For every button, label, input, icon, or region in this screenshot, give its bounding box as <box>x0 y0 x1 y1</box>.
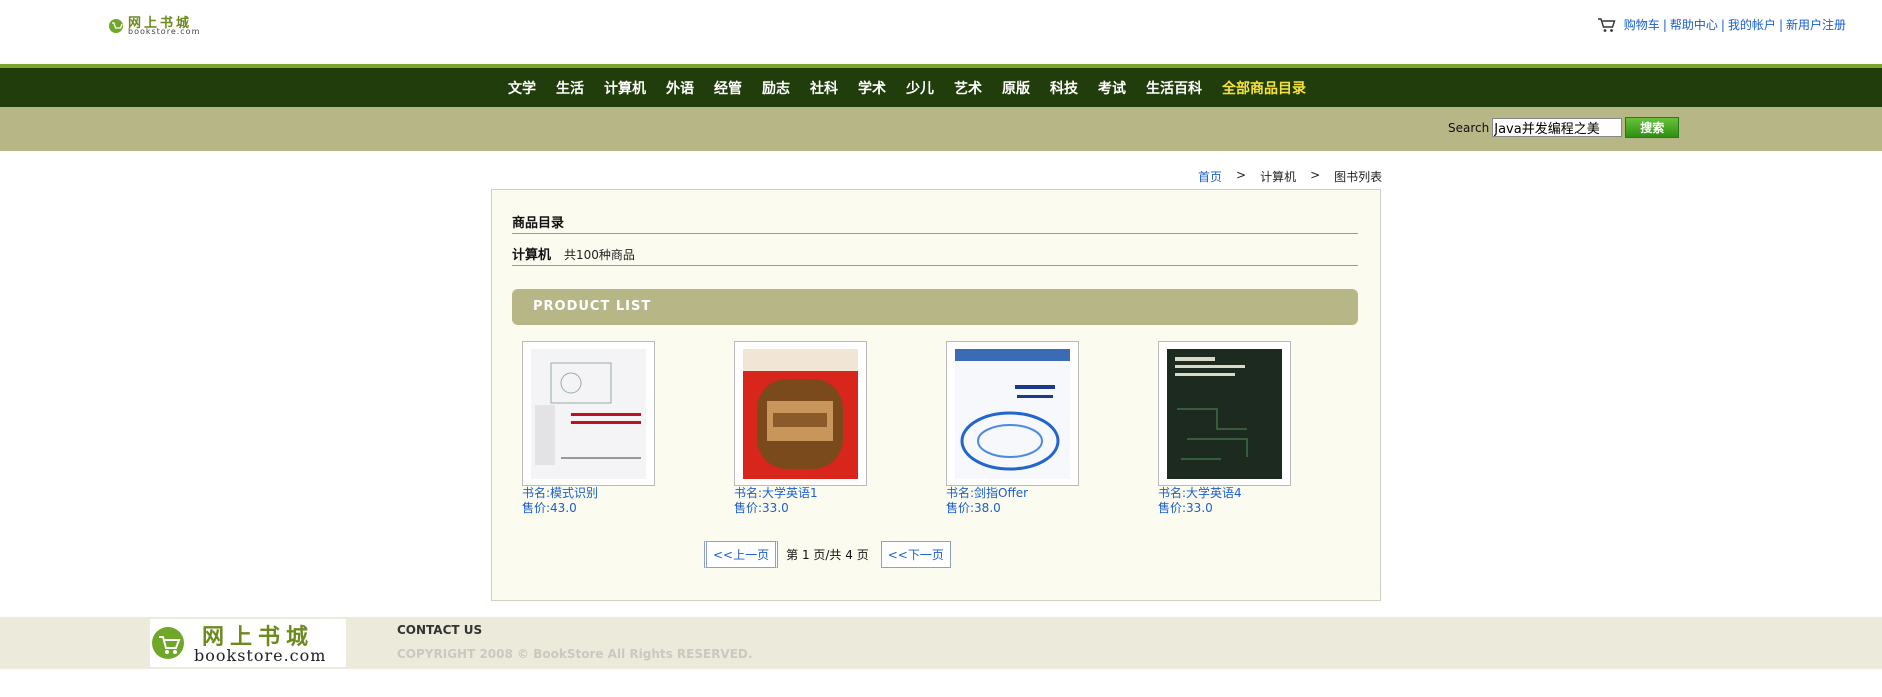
pagination: <<上一页 第 1 页/共 4 页 <<下一页 <box>704 541 951 568</box>
separator: | <box>1720 17 1725 32</box>
nav-item-original[interactable]: 原版 <box>1002 78 1030 98</box>
product-name-link[interactable]: 书名:大学英语4 <box>1158 486 1308 501</box>
product-list-label: PRODUCT LIST <box>533 299 652 314</box>
product-thumbnail[interactable] <box>734 341 867 486</box>
divider <box>512 233 1358 234</box>
breadcrumb: 首页 > 计算机 > 图书列表 <box>1198 168 1382 185</box>
product-card: 书名:大学英语4 售价:33.0 <box>1158 341 1308 516</box>
nav-item-literature[interactable]: 文学 <box>508 78 536 98</box>
category-name: 计算机 <box>512 248 552 263</box>
product-price: 售价:38.0 <box>946 501 1001 515</box>
nav-item-all-categories[interactable]: 全部商品目录 <box>1222 78 1306 98</box>
prev-page-button[interactable]: <<上一页 <box>704 541 779 568</box>
breadcrumb-separator: > <box>1310 168 1321 182</box>
shopping-cart-icon[interactable] <box>1597 17 1617 33</box>
next-page-button[interactable]: <<下一页 <box>880 541 951 568</box>
product-name-link[interactable]: 书名:大学英语1 <box>734 486 884 501</box>
divider <box>512 265 1358 266</box>
product-list-header: PRODUCT LIST <box>512 289 1358 325</box>
nav-item-technology[interactable]: 科技 <box>1050 78 1078 98</box>
catalog-panel: 商品目录 计算机 共100种商品 PRODUCT LIST 书名:模式识别 售价… <box>491 189 1381 601</box>
book-cover-image <box>531 349 646 479</box>
nav-item-children[interactable]: 少儿 <box>906 78 934 98</box>
product-card: 书名:剑指Offer 售价:38.0 <box>946 341 1096 516</box>
footer-logo[interactable]: 网上书城 bookstore.com <box>150 619 346 667</box>
breadcrumb-separator: > <box>1236 168 1247 182</box>
logo-en-text: bookstore.com <box>128 27 201 36</box>
category-summary: 计算机 共100种商品 <box>512 244 635 263</box>
site-logo[interactable]: 网上书城 bookstore.com <box>108 14 208 38</box>
catalog-title: 商品目录 <box>512 216 565 231</box>
top-links: 购物车 | 帮助中心 | 我的帐户 | 新用户注册 <box>1597 16 1846 33</box>
breadcrumb-current: 图书列表 <box>1334 170 1383 184</box>
nav-item-academic[interactable]: 学术 <box>858 78 886 98</box>
book-cover-image <box>1167 349 1282 479</box>
book-cover-image <box>743 349 858 479</box>
product-price: 售价:33.0 <box>1158 501 1213 515</box>
footer: 网上书城 bookstore.com CONTACT US COPYRIGHT … <box>0 617 1882 669</box>
product-price: 售价:43.0 <box>522 501 577 515</box>
page-info: 第 1 页/共 4 页 <box>786 548 869 562</box>
help-center-link[interactable]: 帮助中心 <box>1670 16 1718 33</box>
nav-item-business[interactable]: 经管 <box>714 78 742 98</box>
book-cover-image <box>955 349 1070 479</box>
breadcrumb-category: 计算机 <box>1260 170 1297 184</box>
nav-item-life[interactable]: 生活 <box>556 78 584 98</box>
nav-item-computer[interactable]: 计算机 <box>604 78 646 98</box>
nav-item-foreign-language[interactable]: 外语 <box>666 78 694 98</box>
separator: | <box>1662 17 1667 32</box>
search-input[interactable] <box>1492 118 1623 137</box>
nav-item-exam[interactable]: 考试 <box>1098 78 1126 98</box>
product-thumbnail[interactable] <box>1158 341 1291 486</box>
product-thumbnail[interactable] <box>946 341 1079 486</box>
product-name-link[interactable]: 书名:模式识别 <box>522 486 672 501</box>
my-account-link[interactable]: 我的帐户 <box>1728 16 1776 33</box>
separator: | <box>1778 17 1783 32</box>
nav-item-inspiration[interactable]: 励志 <box>762 78 790 98</box>
cart-link[interactable]: 购物车 <box>1624 16 1660 33</box>
contact-us-link[interactable]: CONTACT US <box>397 623 482 637</box>
search-button[interactable]: 搜索 <box>1625 117 1680 138</box>
nav-item-art[interactable]: 艺术 <box>954 78 982 98</box>
footer-logo-en: bookstore.com <box>194 646 327 665</box>
search-bar: Search 搜索 <box>0 107 1882 151</box>
product-count: 共100种商品 <box>564 248 635 262</box>
main-nav: 文学 生活 计算机 外语 经管 励志 社科 学术 少儿 艺术 原版 科技 考试 … <box>0 68 1882 107</box>
footer-cart-icon <box>152 627 184 659</box>
nav-item-social-science[interactable]: 社科 <box>810 78 838 98</box>
breadcrumb-home-link[interactable]: 首页 <box>1198 168 1222 185</box>
product-name-link[interactable]: 书名:剑指Offer <box>946 486 1096 501</box>
product-price: 售价:33.0 <box>734 501 789 515</box>
nav-item-life-encyclopedia[interactable]: 生活百科 <box>1146 78 1202 98</box>
product-card: 书名:模式识别 售价:43.0 <box>522 341 672 516</box>
search-label: Search <box>1448 120 1490 135</box>
register-link[interactable]: 新用户注册 <box>1786 16 1846 33</box>
product-thumbnail[interactable] <box>522 341 655 486</box>
product-card: 书名:大学英语1 售价:33.0 <box>734 341 884 516</box>
copyright-text: COPYRIGHT 2008 © BookStore All Rights RE… <box>397 647 753 661</box>
